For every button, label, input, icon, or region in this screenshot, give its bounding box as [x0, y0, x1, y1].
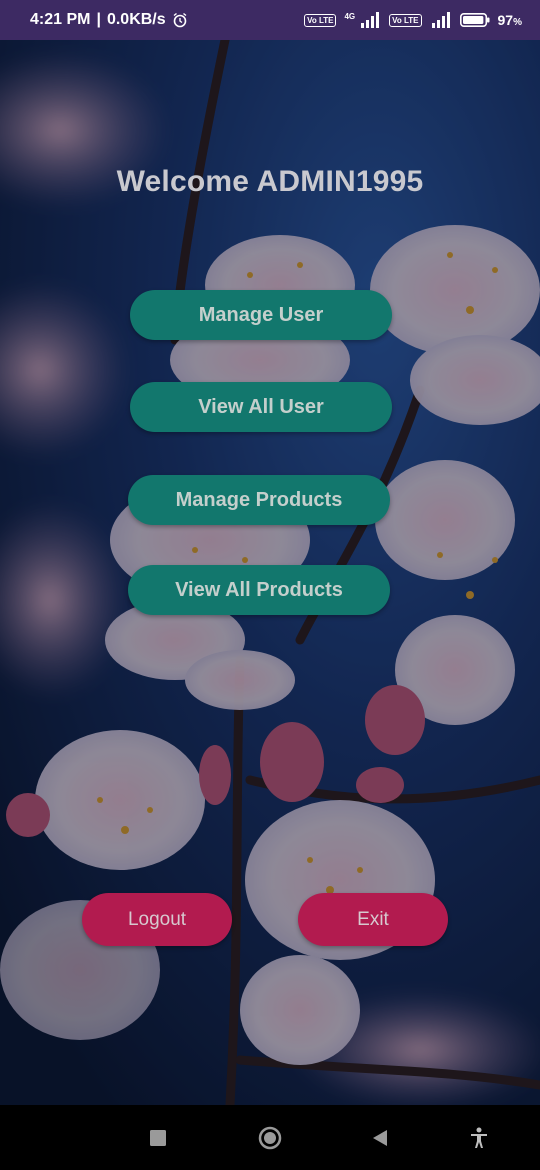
signal-icon: [361, 12, 380, 28]
battery-icon: [459, 13, 490, 27]
alarm-icon: [173, 12, 187, 28]
home-circle-icon[interactable]: [257, 1125, 283, 1151]
logout-button[interactable]: Logout: [82, 893, 232, 946]
navigation-bar: [0, 1105, 540, 1170]
status-bar: 4:21 PM | 0.0KB/s Vo LTE 4G Vo LTE 97%: [0, 0, 540, 40]
battery-percent: 97%: [497, 12, 522, 28]
status-right: Vo LTE 4G Vo LTE 97%: [304, 12, 522, 28]
recents-square-icon[interactable]: [145, 1125, 171, 1151]
status-left: 4:21 PM | 0.0KB/s: [30, 11, 188, 29]
status-speed: 0.0KB/s: [106, 11, 166, 28]
exit-button[interactable]: Exit: [298, 893, 448, 946]
volte-icon: Vo LTE: [304, 13, 337, 27]
signal-icon: [431, 12, 450, 28]
view-all-products-button[interactable]: View All Products: [128, 565, 390, 615]
welcome-title: Welcome ADMIN1995: [116, 165, 424, 198]
manage-user-button[interactable]: Manage User: [130, 290, 392, 340]
view-all-user-button[interactable]: View All User: [130, 382, 392, 432]
accessibility-icon[interactable]: [466, 1125, 492, 1151]
back-triangle-icon[interactable]: [367, 1125, 393, 1151]
network-type: 4G: [344, 11, 356, 21]
volte-icon: Vo LTE: [389, 13, 422, 27]
manage-products-button[interactable]: Manage Products: [128, 475, 390, 525]
status-time: 4:21 PM: [30, 11, 91, 28]
status-divider: |: [96, 11, 101, 28]
